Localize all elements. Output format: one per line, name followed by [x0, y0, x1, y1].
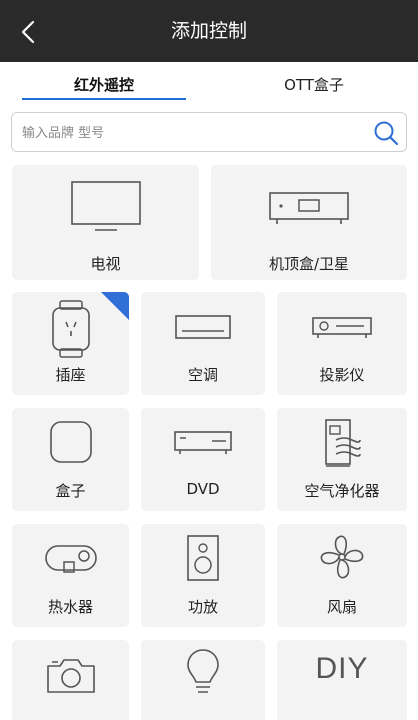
device-label: 风扇: [326, 598, 357, 616]
search-button[interactable]: [372, 119, 400, 147]
smart-plug-icon: [12, 300, 129, 360]
device-card-set-top-box[interactable]: 机顶盒/卫星: [211, 165, 407, 280]
device-label: 盒子: [55, 482, 86, 500]
device-card-air-purifier[interactable]: 空气净化器: [277, 408, 407, 511]
device-card-diy[interactable]: DIY: [277, 640, 407, 720]
air-conditioner-icon: [141, 314, 265, 342]
device-label: 空调: [187, 366, 218, 384]
device-label: DVD: [186, 480, 220, 498]
device-card-camera[interactable]: [12, 640, 129, 720]
active-tab-indicator: [22, 98, 186, 100]
water-heater-icon: [12, 544, 129, 576]
device-label: 空气净化器: [304, 482, 380, 500]
device-card-light[interactable]: [141, 640, 265, 720]
device-card-amplifier[interactable]: 功放: [141, 524, 265, 627]
fan-icon: [277, 534, 407, 580]
device-card-projector[interactable]: 投影仪: [277, 292, 407, 395]
device-card-fan[interactable]: 风扇: [277, 524, 407, 627]
diy-icon-text: DIY: [315, 652, 369, 685]
speaker-icon: [141, 534, 265, 582]
tv-icon: [12, 181, 199, 231]
device-label: 插座: [55, 366, 86, 384]
camera-icon: [12, 656, 129, 696]
air-purifier-icon: [277, 418, 407, 468]
search-bar: [11, 112, 407, 152]
tab-ott-box[interactable]: OTT盒子: [232, 74, 396, 95]
device-card-air-conditioner[interactable]: 空调: [141, 292, 265, 395]
device-card-smart-plug[interactable]: 插座: [12, 292, 129, 395]
box-icon: [12, 420, 129, 464]
device-label: 功放: [187, 598, 218, 616]
tab-bar: 红外遥控 OTT盒子: [0, 62, 418, 108]
device-card-water-heater[interactable]: 热水器: [12, 524, 129, 627]
page-title: 添加控制: [170, 20, 247, 42]
device-label: 电视: [90, 255, 121, 273]
device-card-dvd[interactable]: DVD: [141, 408, 265, 511]
device-label: 投影仪: [319, 366, 365, 384]
title-bar: 添加控制: [0, 0, 418, 62]
set-top-box-icon: [211, 191, 407, 227]
diy-icon: DIY: [277, 652, 407, 686]
search-input[interactable]: [22, 117, 362, 149]
search-icon: [372, 119, 400, 147]
device-label: 机顶盒/卫星: [268, 255, 350, 273]
tab-ir-remote[interactable]: 红外遥控: [22, 74, 186, 95]
dvd-player-icon: [141, 430, 265, 456]
device-card-tv[interactable]: 电视: [12, 165, 199, 280]
device-card-box[interactable]: 盒子: [12, 408, 129, 511]
projector-icon: [277, 316, 407, 340]
device-label: 热水器: [47, 598, 93, 616]
light-bulb-icon: [141, 648, 265, 698]
